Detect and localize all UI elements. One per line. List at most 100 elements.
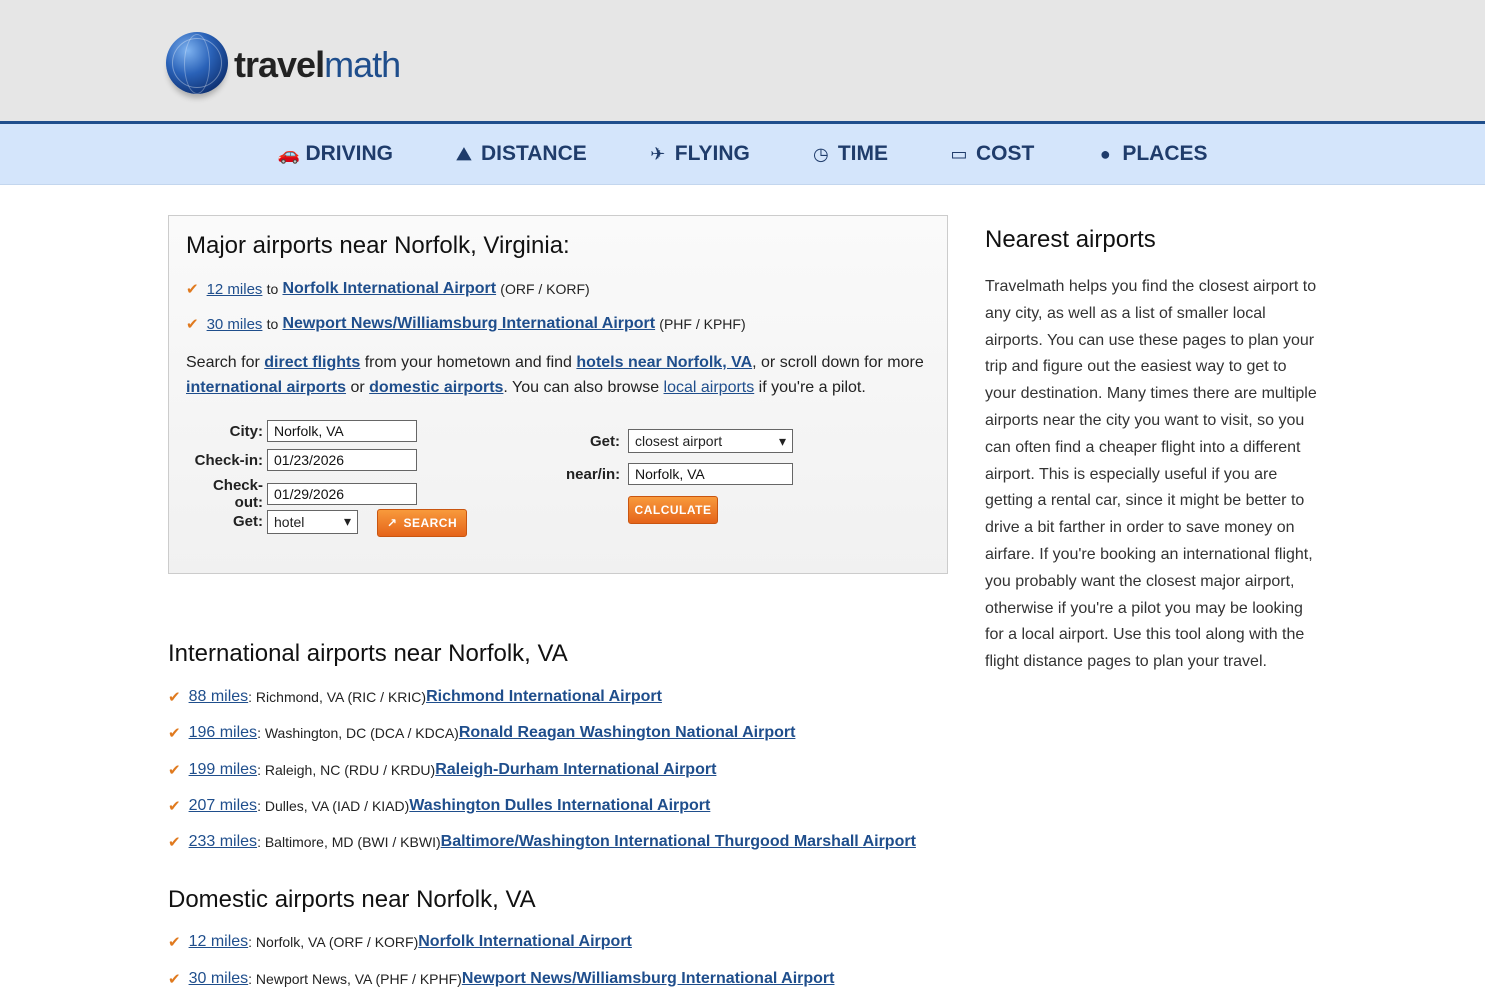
distance-link[interactable]: 12 miles — [207, 281, 263, 298]
checkmark-icon: ✔ — [168, 762, 181, 779]
nav-cost[interactable]: ▭ COST — [918, 142, 1064, 166]
search-description: Search for direct flights from your home… — [186, 350, 930, 400]
checkmark-icon: ✔ — [186, 281, 199, 298]
local-airports-link[interactable]: local airports — [664, 379, 755, 396]
airport-info: : Washington, DC (DCA / KDCA) — [257, 725, 459, 741]
main-content: Major airports near Norfolk, Virginia: ✔… — [168, 215, 948, 988]
major-airport-row: ✔ 30 miles to Newport News/Williamsburg … — [186, 315, 930, 333]
airport-codes: (PHF / KPHF) — [659, 316, 746, 332]
para-text: . You can also browse — [503, 379, 664, 396]
nav-label: COST — [976, 142, 1035, 165]
select-value: closest airport — [635, 433, 723, 449]
nav-distance[interactable]: ⛰ DISTANCE — [423, 142, 617, 166]
hotels-link[interactable]: hotels near Norfolk, VA — [576, 354, 752, 371]
airport-type-select[interactable]: closest airport ▾ — [628, 429, 793, 453]
international-airports-link[interactable]: international airports — [186, 379, 346, 396]
get-label: Get: — [233, 513, 263, 530]
list-item: ✔ 30 miles: Newport News, VA (PHF / KPHF)… — [168, 970, 834, 988]
car-icon: 🚗 — [277, 143, 300, 164]
nav-label: FLYING — [674, 142, 750, 165]
airport-info: : Dulles, VA (IAD / KIAD) — [257, 798, 410, 814]
travelmath-logo[interactable]: travelmath — [166, 32, 401, 94]
domestic-title: Domestic airports near Norfolk, VA — [168, 886, 536, 913]
list-item: ✔ 196 miles: Washington, DC (DCA / KDCA) … — [168, 724, 795, 742]
distance-link[interactable]: 207 miles — [189, 797, 257, 815]
nav-label: DISTANCE — [480, 142, 587, 165]
calculate-row: CALCULATE — [628, 496, 718, 524]
get-label: Get: — [590, 432, 620, 450]
airport-link[interactable]: Ronald Reagan Washington National Airpor… — [459, 724, 796, 742]
direct-flights-link[interactable]: direct flights — [264, 354, 360, 371]
airport-info: : Norfolk, VA (ORF / KORF) — [248, 934, 419, 950]
credit-card-icon: ▭ — [950, 143, 968, 164]
airport-link[interactable]: Raleigh-Durham International Airport — [435, 761, 716, 779]
checkmark-icon: ✔ — [168, 834, 181, 851]
sidebar-title: Nearest airports — [985, 226, 1156, 253]
near-input[interactable] — [628, 463, 793, 485]
city-row: City: — [186, 420, 417, 442]
airport-link[interactable]: Norfolk International Airport — [282, 280, 496, 298]
nav-label: DRIVING — [305, 142, 393, 165]
domestic-airports-link[interactable]: domestic airports — [369, 379, 503, 396]
site-header: travelmath — [0, 0, 1485, 124]
nav-time[interactable]: ◷ TIME — [780, 142, 918, 166]
checkout-input[interactable] — [267, 483, 417, 505]
airport-link[interactable]: Richmond International Airport — [426, 688, 662, 706]
distance-link[interactable]: 88 miles — [189, 688, 249, 706]
distance-link[interactable]: 30 miles — [189, 970, 249, 988]
distance-link[interactable]: 12 miles — [189, 933, 249, 951]
distance-link[interactable]: 196 miles — [189, 724, 257, 742]
main-nav: 🚗 DRIVING ⛰ DISTANCE ✈ FLYING ◷ TIME ▭ COST ●… — [0, 124, 1485, 185]
plane-icon: ✈ — [650, 143, 666, 164]
city-input[interactable] — [267, 420, 417, 442]
airport-get-row: Get: closest airport ▾ — [566, 429, 793, 453]
checkin-row: Check-in: — [186, 449, 417, 471]
distance-link[interactable]: 199 miles — [189, 761, 257, 779]
airport-link[interactable]: Newport News/Williamsburg International … — [282, 315, 655, 333]
chevron-down-icon: ▾ — [343, 513, 351, 529]
para-text: or — [346, 379, 370, 396]
chevron-down-icon: ▾ — [778, 432, 786, 449]
para-text: Search for — [186, 354, 265, 371]
distance-link[interactable]: 30 miles — [207, 316, 263, 333]
hotel-get-row: Get: hotel ▾ ↗ SEARCH — [186, 506, 467, 537]
nav-label: PLACES — [1122, 142, 1208, 165]
checkmark-icon: ✔ — [168, 971, 181, 988]
calculate-button[interactable]: CALCULATE — [628, 496, 718, 524]
sidebar: Nearest airports Travelmath helps you fi… — [985, 226, 1320, 676]
checkin-label: Check-in: — [194, 451, 263, 469]
airport-link[interactable]: Baltimore/Washington International Thurg… — [441, 833, 916, 851]
checkmark-icon: ✔ — [168, 934, 181, 951]
nav-label: TIME — [837, 142, 888, 165]
airport-info: : Newport News, VA (PHF / KPHF) — [248, 971, 462, 987]
para-text: , or scroll down for more — [752, 354, 924, 371]
airport-link[interactable]: Norfolk International Airport — [418, 933, 632, 951]
globe-logo-icon — [166, 32, 228, 94]
list-item: ✔ 12 miles: Norfolk, VA (ORF / KORF) Norf… — [168, 933, 632, 951]
nav-driving[interactable]: 🚗 DRIVING — [247, 142, 423, 166]
airport-info: : Raleigh, NC (RDU / KRDU) — [257, 762, 436, 778]
para-text: from your hometown and find — [360, 354, 577, 371]
airport-link[interactable]: Newport News/Williamsburg International … — [462, 970, 835, 988]
checkmark-icon: ✔ — [168, 725, 181, 742]
search-button[interactable]: ↗ SEARCH — [377, 509, 467, 537]
city-label: City: — [229, 422, 263, 440]
search-forms: City: Check-in: Check-out: Get: hotel▾ ↗… — [186, 420, 930, 550]
international-title: International airports near Norfolk, VA — [168, 640, 568, 667]
airport-link[interactable]: Washington Dulles International Airport — [409, 797, 710, 815]
major-airport-row: ✔ 12 miles to Norfolk International Airp… — [186, 280, 930, 298]
list-item: ✔ 207 miles: Dulles, VA (IAD / KIAD) Wash… — [168, 797, 710, 815]
near-label: near/in: — [566, 465, 621, 483]
major-airports-box: Major airports near Norfolk, Virginia: ✔… — [168, 215, 948, 574]
distance-link[interactable]: 233 miles — [189, 833, 257, 851]
major-airports-title: Major airports near Norfolk, Virginia: — [186, 232, 570, 259]
para-text: if you're a pilot. — [754, 379, 866, 396]
nav-flying[interactable]: ✈ FLYING — [617, 142, 780, 166]
airport-info: : Baltimore, MD (BWI / KBWI) — [257, 834, 441, 850]
nav-places[interactable]: ● PLACES — [1064, 142, 1237, 166]
checkin-input[interactable] — [267, 449, 417, 471]
hotel-type-select[interactable]: hotel ▾ — [267, 509, 358, 534]
checkmark-icon: ✔ — [168, 689, 181, 706]
logo-text: travelmath — [234, 44, 401, 85]
road-icon: ⛰ — [456, 143, 472, 164]
